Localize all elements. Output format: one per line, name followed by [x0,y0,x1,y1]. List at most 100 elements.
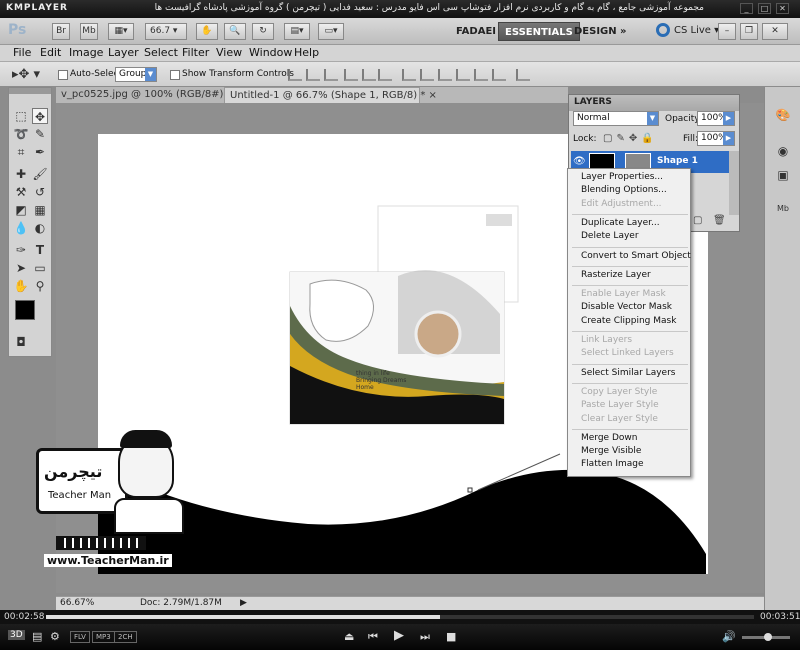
context-menu-item[interactable]: Merge Visible [581,446,641,456]
move-tool-icon[interactable]: ✥ [32,108,48,124]
distribute-hcenter-icon[interactable] [474,69,488,81]
menu-filter[interactable]: Filter [182,46,209,59]
visibility-eye-icon[interactable]: 👁 [573,156,586,167]
new-layer-icon[interactable]: ▢ [693,215,702,226]
maximize-button[interactable]: □ [758,3,771,14]
eject-icon[interactable]: ⏏ [344,630,354,643]
view-extras-button[interactable]: ▦▾ [108,23,134,40]
mini-bridge-button[interactable]: Mb [80,23,98,40]
context-menu-item[interactable]: Flatten Image [581,459,644,469]
menu-edit[interactable]: Edit [40,46,61,59]
stop-icon[interactable]: ■ [446,630,456,643]
workspace-fadaei[interactable]: FADAEI [450,22,502,41]
align-top-icon[interactable] [288,69,302,81]
zoom-level-dropdown[interactable]: 66.7 ▾ [145,23,187,40]
tab-untitled-1[interactable]: Untitled-1 @ 66.7% (Shape 1, RGB/8) * × [224,87,437,103]
context-menu-item[interactable]: Convert to Smart Object [581,251,691,261]
volume-knob[interactable] [764,633,772,641]
type-tool-icon[interactable]: T [32,242,48,258]
context-menu-item[interactable]: Delete Layer [581,231,639,241]
brush-tool-icon[interactable]: 🖌 [32,166,48,182]
distribute-vcenter-icon[interactable] [420,69,434,81]
minimize-button[interactable]: _ [740,3,753,14]
context-menu-item[interactable]: Merge Down [581,433,637,443]
ps-minimize-button[interactable]: – [718,23,736,40]
dodge-tool-icon[interactable]: ◐ [32,220,48,236]
hand-tool-icon[interactable]: ✋ [13,278,29,294]
align-bottom-icon[interactable] [324,69,338,81]
context-menu-item[interactable]: Disable Vector Mask [581,302,672,312]
healing-brush-tool-icon[interactable]: ✚ [13,166,29,182]
distribute-top-icon[interactable] [402,69,416,81]
menu-help[interactable]: Help [294,46,319,59]
status-zoom[interactable]: 66.67% [60,598,94,608]
pen-tool-icon[interactable]: ✑ [13,242,29,258]
auto-select-checkbox[interactable] [58,70,68,80]
seek-track[interactable] [46,615,754,619]
foreground-color-swatch[interactable] [15,300,35,320]
auto-select-dropdown[interactable]: Group ▼ [115,67,157,82]
layers-scrollbar[interactable] [729,151,739,215]
previous-icon[interactable]: ⏮ [368,630,378,644]
screen-mode-button[interactable]: ▭▾ [318,23,344,40]
history-brush-tool-icon[interactable]: ↺ [32,184,48,200]
menu-window[interactable]: Window [249,46,292,59]
lasso-tool-icon[interactable]: ➰ [13,126,29,142]
bridge-button[interactable]: Br [52,23,70,40]
distribute-right-icon[interactable] [492,69,506,81]
context-menu-item[interactable]: Layer Properties... [581,172,663,182]
volume-icon[interactable]: 🔊 [722,630,736,643]
settings-gear-icon[interactable]: ⚙ [50,630,60,643]
ps-close-button[interactable]: ✕ [762,23,788,40]
menu-file[interactable]: File [13,46,31,59]
distribute-bottom-icon[interactable] [438,69,452,81]
hand-tool-button[interactable]: ✋ [196,23,218,40]
more-workspaces-button[interactable]: » [614,22,632,41]
move-tool-preset-icon[interactable]: ▸✥ ▾ [12,67,40,82]
context-menu-item[interactable]: Duplicate Layer... [581,218,660,228]
playlist-icon[interactable]: ▤ [32,630,42,643]
show-transform-checkbox[interactable] [170,70,180,80]
toolbox-grip[interactable] [9,88,51,94]
color-panel-icon[interactable]: 🎨 [775,107,791,123]
fill-input[interactable]: 100% ▶ [697,131,735,146]
adjustments-panel-icon[interactable]: ◉ [775,143,791,159]
menu-layer[interactable]: Layer [108,46,139,59]
status-menu-arrow-icon[interactable]: ▶ [240,598,247,608]
rectangle-tool-icon[interactable]: ▭ [32,260,48,276]
clone-stamp-tool-icon[interactable]: ⚒ [13,184,29,200]
ps-restore-button[interactable]: ❐ [740,23,758,40]
context-menu-item[interactable]: Create Clipping Mask [581,316,676,326]
path-selection-tool-icon[interactable]: ➤ [13,260,29,276]
lock-icons[interactable]: ▢✎✥🔒 [603,133,658,144]
gradient-tool-icon[interactable]: ▦ [32,202,48,218]
eyedropper-tool-icon[interactable]: ✒ [32,144,48,160]
status-doc-size[interactable]: Doc: 2.79M/1.87M [140,598,222,608]
crop-tool-icon[interactable]: ⌗ [13,144,29,160]
menu-select[interactable]: Select [144,46,178,59]
rotate-view-button[interactable]: ↻ [252,23,274,40]
auto-align-layers-icon[interactable] [516,69,530,81]
marquee-tool-icon[interactable]: ⬚ [13,108,29,124]
blur-tool-icon[interactable]: 💧 [13,220,29,236]
opacity-input[interactable]: 100% ▶ [697,111,735,126]
align-left-icon[interactable] [344,69,358,81]
close-button[interactable]: ✕ [776,3,789,14]
distribute-left-icon[interactable] [456,69,470,81]
play-icon[interactable]: ▶ [394,628,404,643]
context-menu-item[interactable]: Rasterize Layer [581,270,651,280]
cs-live-button[interactable]: CS Live ▾ [674,25,719,36]
tab-v-pc0525[interactable]: v_pc0525.jpg @ 100% (RGB/8#) × [56,87,235,103]
align-vcenter-icon[interactable] [306,69,320,81]
mini-bridge-panel-icon[interactable]: Mb [775,201,791,217]
align-right-icon[interactable] [378,69,392,81]
3d-icon[interactable]: 3D [8,630,25,640]
close-tab-icon[interactable]: × [429,90,437,101]
zoom-tool-icon[interactable]: ⚲ [32,278,48,294]
masks-panel-icon[interactable]: ▣ [775,167,791,183]
menu-image[interactable]: Image [69,46,103,59]
eraser-tool-icon[interactable]: ◩ [13,202,29,218]
menu-view[interactable]: View [216,46,242,59]
next-icon[interactable]: ⏭ [420,630,430,644]
align-hcenter-icon[interactable] [362,69,376,81]
